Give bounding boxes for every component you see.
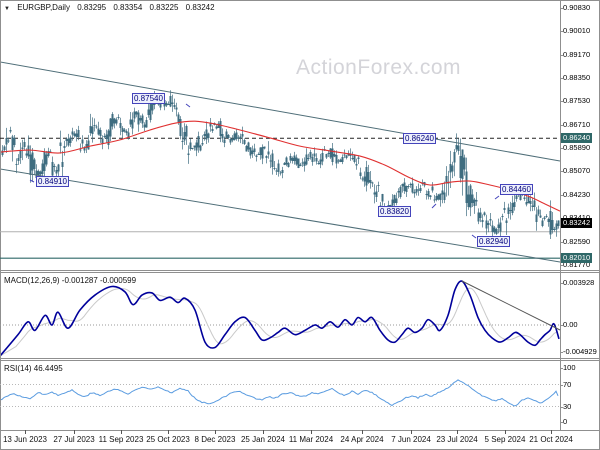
macd-axis-label: -0.004929 bbox=[563, 347, 597, 356]
price-axis-label: 0.88350 bbox=[563, 73, 591, 82]
macd-axis-label: 0.00 bbox=[563, 320, 578, 329]
rsi-axis-label: 0 bbox=[563, 417, 568, 426]
chart-legend: ▼ EURGBP,Daily 0.83295 0.83354 0.83225 0… bbox=[4, 3, 220, 12]
macd-indicator-label: MACD(12,26,9) -0.001287 -0.000599 bbox=[4, 276, 137, 285]
quote-low: 0.83225 bbox=[149, 3, 179, 12]
date-axis-label: 24 Apr 2024 bbox=[340, 435, 384, 444]
price-axis-label: 0.85890 bbox=[563, 143, 591, 152]
level-axis-label: 0.86240 bbox=[561, 133, 593, 143]
quote-high: 0.83354 bbox=[113, 3, 143, 12]
rsi-axis-label: 70 bbox=[563, 380, 572, 389]
price-callout-label: 0.83820 bbox=[378, 206, 411, 217]
date-axis-label: 11 Mar 2024 bbox=[288, 435, 334, 444]
quote-close: 0.83242 bbox=[185, 3, 215, 12]
price-callout-label: 0.84460 bbox=[500, 184, 533, 195]
watermark: ActionForex.com bbox=[296, 56, 462, 79]
date-axis-label: 21 Oct 2024 bbox=[529, 435, 573, 444]
rsi-indicator-label: RSI(14) 46.4495 bbox=[4, 364, 63, 373]
price-axis-label: 0.87530 bbox=[563, 96, 591, 105]
price-callout-label: 0.82940 bbox=[477, 236, 510, 247]
level-axis-label: 0.82010 bbox=[561, 253, 593, 263]
quote-open: 0.83295 bbox=[77, 3, 107, 12]
price-axis-label: 0.84230 bbox=[563, 190, 591, 199]
collapse-triangle-icon[interactable]: ▼ bbox=[4, 6, 10, 12]
price-callout-label: 0.84910 bbox=[36, 176, 69, 187]
price-axis-label: 0.82590 bbox=[563, 237, 591, 246]
price-axis-label: 0.89170 bbox=[563, 50, 591, 59]
price-callout-label: 0.87540 bbox=[132, 93, 165, 104]
rsi-axis-label: 100 bbox=[563, 363, 576, 372]
price-axis-label: 0.85070 bbox=[563, 166, 591, 175]
price-axis-label: 0.90010 bbox=[563, 26, 591, 35]
price-callout-label: 0.86240 bbox=[403, 133, 436, 144]
last-price-axis-label: 0.83242 bbox=[561, 218, 593, 228]
symbol-timeframe-label: EURGBP,Daily bbox=[17, 3, 70, 12]
price-axis-label: 0.90830 bbox=[563, 3, 591, 12]
macd-axis-label: 0.003928 bbox=[563, 278, 595, 287]
price-axis-label: 0.86710 bbox=[563, 120, 591, 129]
trading-chart-window: ▼ EURGBP,Daily 0.83295 0.83354 0.83225 0… bbox=[0, 0, 600, 450]
rsi-axis-label: 30 bbox=[563, 402, 572, 411]
